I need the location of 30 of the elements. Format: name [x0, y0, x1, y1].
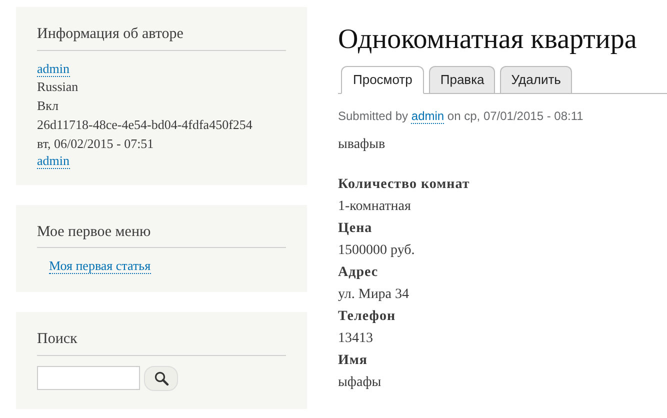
- tab[interactable]: Правка: [429, 66, 496, 93]
- search-icon: [154, 370, 168, 386]
- tab[interactable]: Удалить: [500, 66, 572, 93]
- block-title: Поиск: [37, 328, 286, 356]
- field-label: Цена: [338, 220, 374, 238]
- tab[interactable]: Просмотр: [341, 66, 424, 94]
- field-label: Телефон: [338, 308, 397, 326]
- search-field[interactable]: [37, 366, 140, 390]
- field-label: Адрес: [338, 264, 380, 282]
- author-link[interactable]: admin: [411, 109, 444, 124]
- block-title: Мое первое меню: [37, 220, 286, 248]
- block-title: Информация об авторе: [37, 23, 286, 50]
- author-info-text: вт, 06/02/2015 - 07:51: [37, 134, 155, 152]
- field-value: 1-комнатная: [338, 198, 412, 216]
- author-info-text: 26d11718-48ce-4e54-bd04-4fdfa450f254: [37, 116, 254, 134]
- field-value: ыфафы: [338, 374, 382, 392]
- field-label: Количество комнат: [338, 176, 471, 194]
- author-link[interactable]: admin: [37, 60, 70, 76]
- field-label: Имя: [338, 352, 368, 370]
- submitted-meta: Submitted by admin on ср, 07/01/2015 - 08:11: [338, 108, 584, 125]
- search-button[interactable]: [144, 366, 178, 390]
- field-value: 1500000 руб.: [338, 242, 416, 260]
- page-title: Однокомнатная квартира: [338, 24, 638, 56]
- author-info-text: Вкл: [37, 96, 60, 114]
- field-value: ул. Мира 34: [338, 286, 410, 304]
- field-value: 13413: [338, 330, 374, 348]
- menu-link[interactable]: Моя первая статья: [49, 258, 151, 274]
- author-info-text: Russian: [37, 78, 80, 96]
- body-text: ывафыв: [338, 136, 386, 154]
- author-link[interactable]: admin: [37, 152, 70, 168]
